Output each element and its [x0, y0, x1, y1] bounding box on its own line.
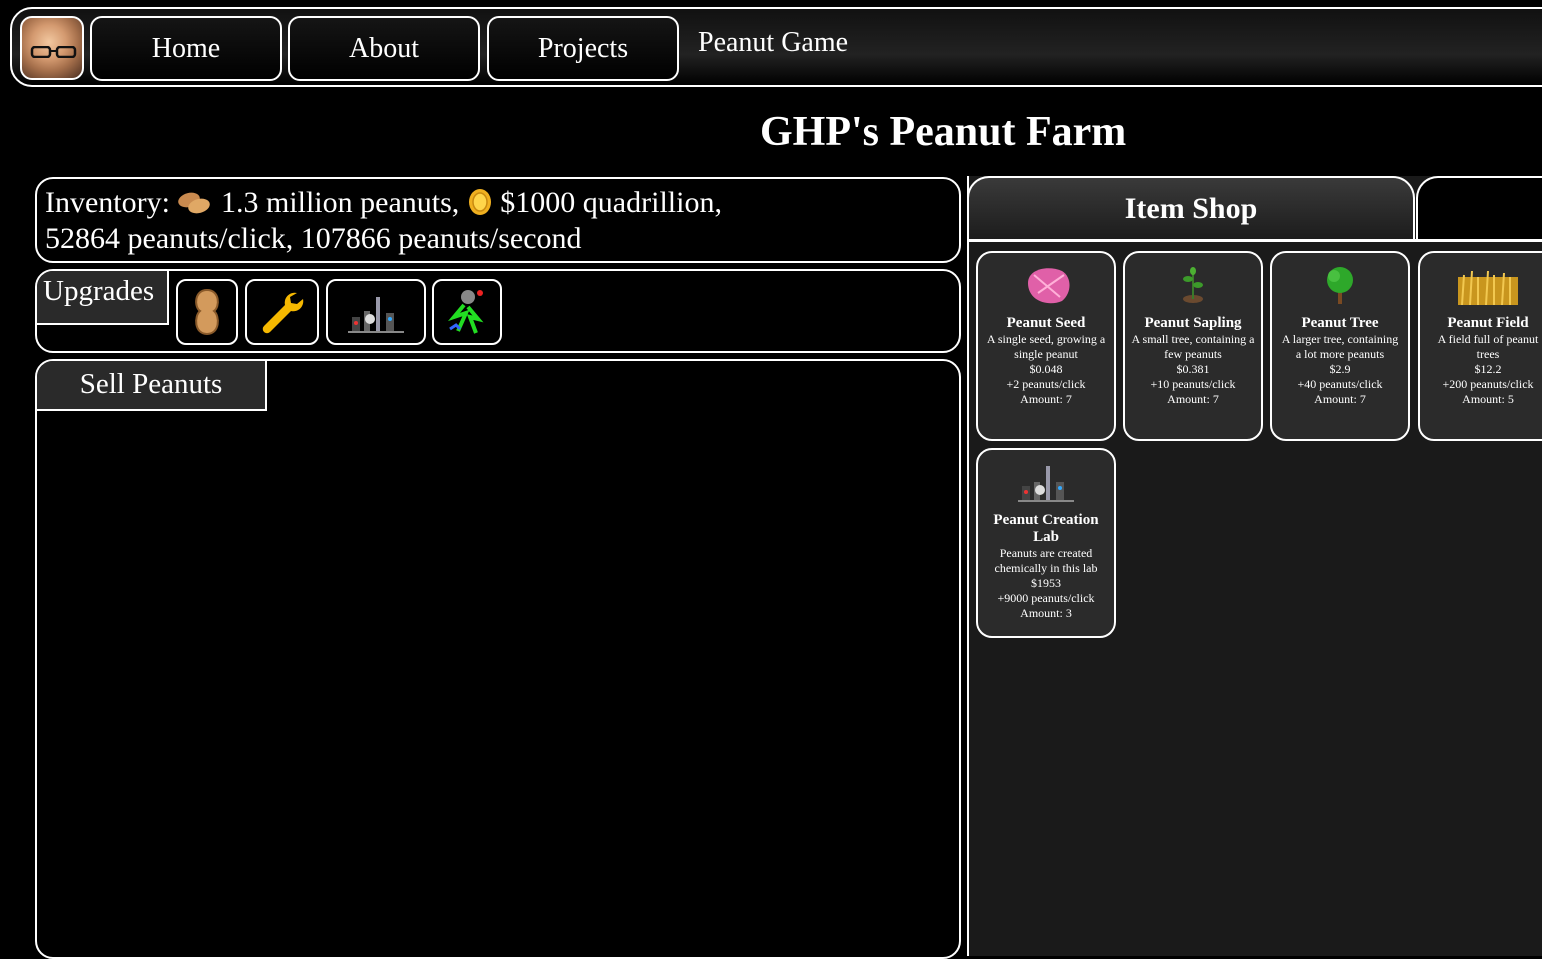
top-navbar: Home About Projects Peanut Game: [10, 7, 1542, 87]
sell-peanuts-tab[interactable]: Sell Peanuts: [37, 361, 267, 411]
robot-upgrade-button[interactable]: [432, 279, 502, 345]
glasses-icon: [30, 46, 77, 58]
item-desc: A small tree, containing a few peanuts: [1131, 332, 1255, 361]
peanut-upgrade-button[interactable]: [176, 279, 238, 345]
wrench-upgrade-button[interactable]: [245, 279, 319, 345]
item-price: $0.048: [1029, 362, 1063, 376]
nav-about-button[interactable]: About: [288, 16, 480, 81]
item-desc: A single seed, growing a single peanut: [986, 332, 1106, 361]
item-name: Peanut Tree: [1301, 315, 1379, 331]
item-amount: Amount: 3: [1020, 606, 1072, 620]
shop-item-peanut-field[interactable]: Peanut Field A field full of peanut tree…: [1418, 251, 1542, 441]
item-amount: Amount: 5: [1462, 392, 1514, 406]
peanut-upgrade-icon: [195, 288, 219, 336]
inventory-rates: 52864 peanuts/click, 107866 peanuts/seco…: [45, 222, 582, 255]
tree-icon: [1327, 267, 1353, 304]
item-desc: A field full of peanut trees: [1437, 332, 1539, 361]
item-rate: +10 peanuts/click: [1150, 377, 1236, 391]
item-amount: Amount: 7: [1314, 392, 1366, 406]
shop-item-peanut-seed[interactable]: Peanut Seed A single seed, growing a sin…: [976, 251, 1116, 441]
shop-tab-divider: [967, 239, 1542, 242]
secondary-shop-tab[interactable]: [1416, 176, 1542, 240]
item-price: $2.9: [1329, 362, 1351, 376]
money-count: $1000 quadrillion,: [500, 186, 722, 219]
item-rate: +2 peanuts/click: [1006, 377, 1086, 391]
item-desc: A larger tree, containing a lot more pea…: [1281, 332, 1399, 361]
item-price: $12.2: [1474, 362, 1502, 376]
seed-icon: [1028, 268, 1070, 304]
peanut-icon: [178, 192, 211, 214]
item-rate: +40 peanuts/click: [1297, 377, 1383, 391]
coin-icon: [468, 189, 491, 215]
shop-item-peanut-tree[interactable]: Peanut Tree A larger tree, containing a …: [1270, 251, 1410, 441]
lab-upgrade-icon: [348, 297, 404, 333]
sell-peanuts-panel: Sell Peanuts: [35, 359, 961, 959]
item-shop-tab[interactable]: Item Shop: [967, 176, 1415, 240]
page-title: GHP's Peanut Farm: [760, 109, 1127, 155]
cat-avatar[interactable]: [20, 16, 84, 80]
inventory-label: Inventory:: [45, 186, 170, 219]
inventory-line-1: Inventory: 1.3 million peanuts, $1000 qu…: [45, 185, 951, 221]
item-name: Peanut Sapling: [1144, 315, 1242, 331]
item-rate: +9000 peanuts/click: [997, 591, 1095, 605]
item-price: $1953: [1031, 576, 1061, 590]
item-shop-panel: Item Shop Peanut Seed A single seed, gro…: [967, 176, 1542, 956]
item-amount: Amount: 7: [1167, 392, 1219, 406]
item-name: Peanut Seed: [1006, 315, 1086, 331]
item-name: Peanut Field: [1447, 315, 1529, 331]
wrench-upgrade-icon: [262, 292, 304, 334]
inventory-panel: Inventory: 1.3 million peanuts, $1000 qu…: [35, 177, 961, 263]
nav-projects-button[interactable]: Projects: [487, 16, 679, 81]
item-rate: +200 peanuts/click: [1442, 377, 1534, 391]
item-amount: Amount: 7: [1020, 392, 1072, 406]
robot-upgrade-icon: [447, 290, 484, 334]
item-price: $0.381: [1176, 362, 1210, 376]
item-desc: Peanuts are created chemically in this l…: [994, 546, 1098, 575]
peanut-count: 1.3 million peanuts,: [220, 186, 460, 219]
upgrades-panel: Upgrades: [35, 269, 961, 353]
upgrades-label: Upgrades: [37, 271, 169, 325]
field-icon: [1458, 270, 1518, 305]
sapling-icon: [1183, 267, 1203, 303]
item-name: Peanut Creation Lab: [993, 512, 1099, 545]
shop-item-peanut-sapling[interactable]: Peanut Sapling A small tree, containing …: [1123, 251, 1263, 441]
nav-home-button[interactable]: Home: [90, 16, 282, 81]
nav-peanut-game-link[interactable]: Peanut Game: [698, 27, 848, 59]
lab-icon: [1018, 466, 1074, 502]
lab-upgrade-button[interactable]: [326, 279, 426, 345]
shop-border: [967, 176, 969, 956]
shop-item-peanut-creation-lab[interactable]: Peanut Creation Lab Peanuts are created …: [976, 448, 1116, 638]
